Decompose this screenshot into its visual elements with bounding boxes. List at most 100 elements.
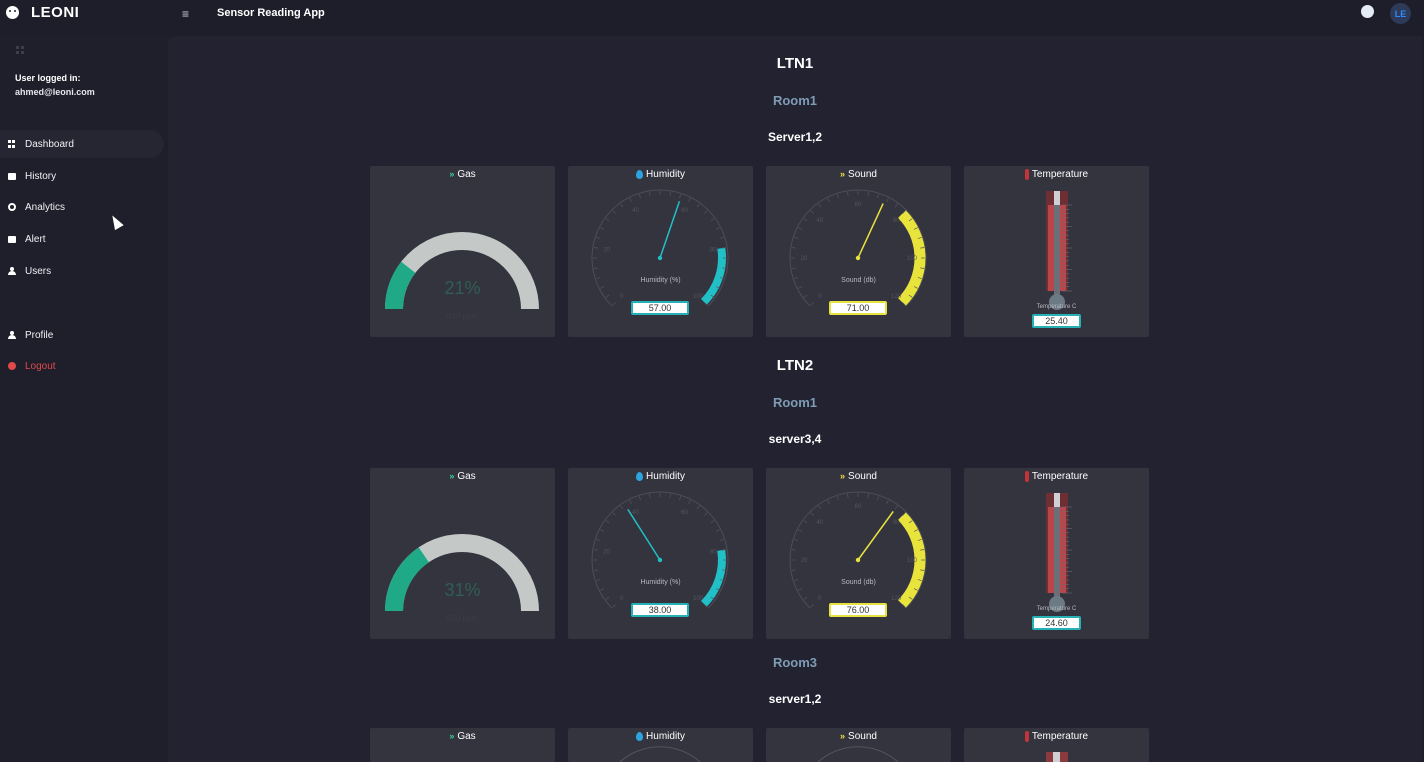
site-title: LTN1 [776, 55, 814, 72]
sidebar-item-label: Logout [25, 360, 56, 372]
leoni-logo-icon [6, 5, 19, 19]
dial-tick [847, 493, 849, 498]
dial-tick [791, 267, 796, 269]
room-title: Room1 [772, 93, 818, 108]
temperature-unit-label: Temperature C [1036, 304, 1077, 310]
hamburger-icon[interactable]: ≡ [182, 8, 194, 20]
temperature-card: Temperature Temperature C 25.40 [964, 166, 1149, 337]
humidity-card: Humidity [568, 728, 753, 762]
humidity-unit-label: Humidity (%) [640, 579, 681, 586]
sidebar-item-users[interactable]: Users [0, 257, 164, 285]
card-title: » Gas [370, 731, 555, 742]
sidebar-item-alert[interactable]: Alert [0, 225, 164, 253]
room-title: Room1 [772, 395, 818, 410]
theme-toggle[interactable] [1342, 4, 1376, 20]
dial-tick-label: 60 [681, 510, 688, 516]
dial-tick [638, 194, 641, 199]
sidebar-item-label: Alert [25, 233, 46, 245]
dial-tick [798, 588, 803, 591]
dial-pivot [657, 255, 663, 261]
dial-tick-label: 120 [891, 596, 902, 602]
sound-card: » Sound 0 20 40 60 80 100 120 Sound (db) 76.00 [766, 468, 951, 639]
dial-tick [679, 496, 682, 501]
top-bar: LEONI ≡ Sensor Reading App LE [0, 0, 1424, 36]
dial-tick-label: 100 [907, 256, 918, 262]
dial-band [700, 247, 726, 305]
gas-card: » Gas [370, 728, 555, 762]
dial-tick [696, 203, 700, 208]
dial-tick [629, 500, 632, 505]
dial-tick [696, 505, 700, 510]
apps-grid-icon[interactable] [16, 46, 24, 54]
dial-tick [593, 549, 598, 551]
temperature-card: Temperature Temperature C 24.60 [964, 468, 1149, 639]
server-title: server3,4 [768, 432, 822, 446]
dial-needle [627, 508, 661, 561]
dial-tick [620, 203, 624, 208]
avatar[interactable]: LE [1390, 3, 1411, 24]
dial-tick [669, 191, 671, 196]
dial-tick [704, 512, 708, 516]
dial-tick [886, 500, 889, 505]
dial-tick [612, 302, 616, 306]
dial-tick-label: 80 [893, 520, 900, 526]
dashboard-icon [8, 140, 16, 148]
sound-value: 71.00 [829, 301, 887, 315]
history-icon [8, 172, 16, 180]
temperature-value: 24.60 [1032, 616, 1081, 630]
dial-tick-label: 0 [620, 294, 624, 300]
dial-tick-label: 20 [603, 248, 610, 254]
humidity-unit-label: Humidity (%) [640, 277, 681, 284]
sound-card: » Sound 0 20 40 60 80 100 120 Sound (db) 71.00 [766, 166, 951, 337]
alert-icon [8, 235, 16, 243]
dial-tick-label: 100 [693, 596, 704, 602]
dial-tick [803, 596, 808, 600]
gas-ppm: 930 ppm [446, 614, 479, 623]
sidebar-item-label: History [25, 170, 57, 182]
dial-tick-label: 80 [893, 218, 900, 224]
dial-tick-label: 100 [693, 294, 704, 300]
dial-tick [886, 198, 889, 203]
sidebar-item-profile[interactable]: Profile [0, 321, 164, 349]
dial-tick [810, 604, 814, 608]
dial-tick [827, 198, 830, 203]
thermometer-gauge [1046, 493, 1072, 612]
dial-needle [659, 200, 681, 259]
dial-tick [600, 588, 605, 591]
analytics-icon [8, 203, 16, 211]
sidebar-item-dashboard[interactable]: Dashboard [0, 130, 164, 158]
dial-tick [810, 512, 814, 516]
dial-tick-label: 0 [818, 294, 822, 300]
dial-tick [649, 493, 651, 498]
dial-tick-label: 40 [816, 520, 823, 526]
dial-tick [605, 596, 610, 600]
dial-tick-label: 80 [710, 248, 717, 254]
dial-tick-label: 0 [818, 596, 822, 602]
dial-tick-label: 100 [907, 558, 918, 564]
dial-tick [847, 191, 849, 196]
dial-tick [612, 512, 616, 516]
dial-tick-label: 40 [632, 208, 639, 214]
dial-tick-label: 0 [620, 596, 624, 602]
thermo-mercury [1054, 205, 1060, 299]
sidebar-item-history[interactable]: History [0, 162, 164, 190]
dial-tick [836, 194, 839, 199]
humidity-card: Humidity 0 20 40 60 80 100 Humidity (%) 57.00 [568, 166, 753, 337]
sidebar-item-analytics[interactable]: Analytics [0, 193, 164, 221]
dial-tick-label: 60 [855, 504, 862, 510]
sidebar-item-logout[interactable]: Logout [0, 352, 164, 380]
app-title: Sensor Reading App [217, 7, 325, 19]
humidity-gauge-partial [619, 746, 701, 762]
profile-icon [8, 331, 16, 339]
users-icon [8, 267, 16, 275]
dial-tick [877, 194, 880, 199]
dial-tick-label: 40 [816, 218, 823, 224]
brand[interactable]: LEONI [6, 2, 79, 22]
dial-tick [600, 227, 605, 230]
humidity-value: 38.00 [631, 603, 689, 617]
temperature-value: 25.40 [1032, 314, 1081, 328]
temperature-card: Temperature [964, 728, 1149, 762]
gas-ppm: 630 ppm [446, 312, 479, 321]
dial-tick [798, 529, 803, 532]
humidity-card: Humidity 0 20 40 60 80 100 Humidity (%) 38.00 [568, 468, 753, 639]
